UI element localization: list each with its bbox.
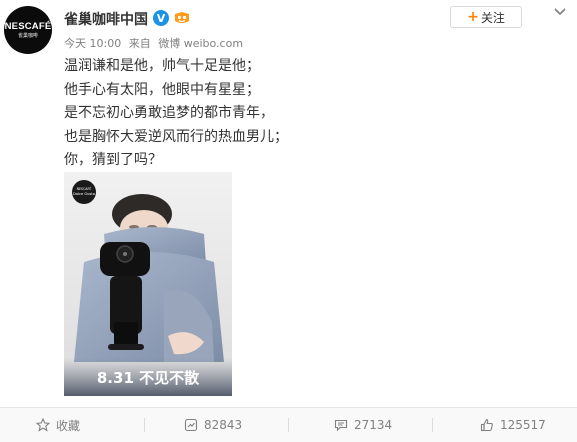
weibo-post-card: NESCAFÉ 雀巢咖啡 雀巢咖啡中国 V 今天 10:00 来自 微博 wei… bbox=[0, 0, 577, 442]
separator bbox=[288, 418, 289, 432]
image-caption: 8.31 不见不散 bbox=[97, 369, 200, 387]
repost-count: 82843 bbox=[204, 418, 243, 432]
source-prefix: 来自 bbox=[128, 37, 151, 50]
like-icon bbox=[480, 418, 493, 432]
post-line: 是不忘初心勇敢追梦的都市青年， bbox=[64, 105, 274, 121]
post-line: 温润谦和是他，帅气十足是他； bbox=[64, 58, 260, 74]
chevron-down-icon[interactable] bbox=[552, 6, 568, 18]
favorite-button[interactable]: 收藏 bbox=[36, 408, 80, 442]
post-text: 温润谦和是他，帅气十足是他； 他手心有太阳，他眼中有星星； 是不忘初心勇敢追梦的… bbox=[64, 55, 288, 173]
post-source[interactable]: 微博 weibo.com bbox=[158, 37, 243, 50]
verified-icon: V bbox=[153, 10, 169, 26]
avatar[interactable]: NESCAFÉ 雀巢咖啡 bbox=[4, 6, 52, 54]
comment-icon bbox=[334, 419, 348, 432]
post-line: 你，猜到了吗？ bbox=[64, 152, 162, 168]
like-count: 125517 bbox=[500, 418, 546, 432]
avatar-brand: NESCAFÉ bbox=[4, 20, 52, 32]
repost-button[interactable]: 82843 bbox=[184, 408, 242, 442]
avatar-sub: 雀巢咖啡 bbox=[17, 32, 38, 39]
badge-text-1: NESCAFÉ bbox=[77, 186, 92, 191]
action-bar: 收藏 82843 27134 125517 bbox=[0, 408, 577, 442]
post-time[interactable]: 今天 10:00 bbox=[64, 37, 121, 50]
post-meta: 今天 10:00 来自 微博 weibo.com bbox=[64, 35, 247, 51]
plus-icon: + bbox=[467, 9, 479, 25]
follow-button[interactable]: + 关注 bbox=[450, 6, 522, 28]
separator bbox=[144, 418, 145, 432]
post-line: 他手心有太阳，他眼中有星星； bbox=[64, 81, 260, 98]
repost-icon bbox=[184, 418, 198, 432]
author-name[interactable]: 雀巢咖啡中国 bbox=[64, 9, 148, 29]
like-button[interactable]: 125517 bbox=[480, 408, 546, 442]
comment-button[interactable]: 27134 bbox=[334, 408, 392, 442]
post-line: 也是胸怀大爱逆风而行的热血男儿； bbox=[64, 128, 288, 145]
star-icon bbox=[36, 418, 50, 432]
follow-label: 关注 bbox=[480, 10, 505, 25]
vip-icon bbox=[175, 12, 189, 23]
separator bbox=[432, 418, 433, 432]
badge-text-2: Dolce Gusto bbox=[73, 192, 95, 196]
post-image[interactable]: NESCAFÉ Dolce Gusto 8.31 不见不散 bbox=[64, 172, 232, 396]
favorite-label: 收藏 bbox=[56, 418, 81, 433]
comment-count: 27134 bbox=[354, 418, 393, 432]
